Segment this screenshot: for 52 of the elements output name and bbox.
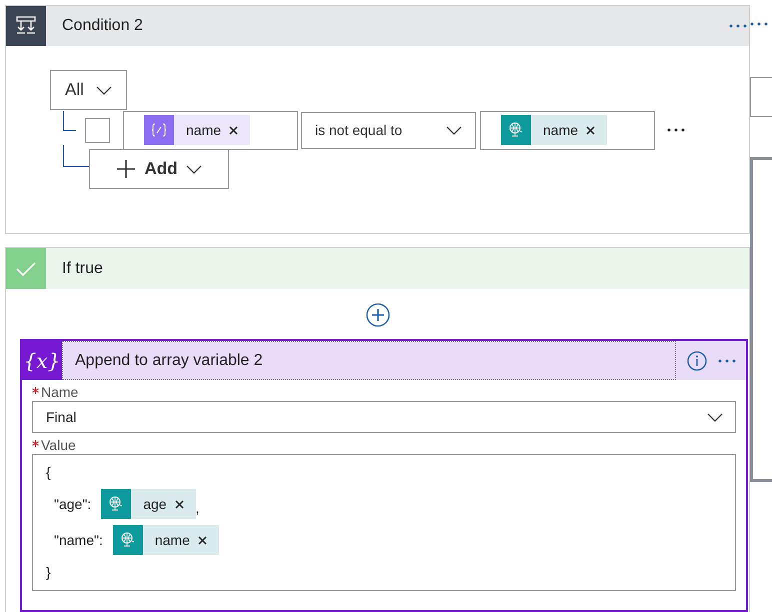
check-icon [6, 248, 46, 289]
connector-line [63, 145, 89, 167]
branch-title: If true [62, 258, 103, 278]
code-text: , [196, 499, 200, 518]
json-key: "age": [54, 494, 92, 514]
globe-icon [101, 489, 132, 519]
chevron-down-icon [446, 126, 462, 134]
close-icon[interactable] [586, 126, 596, 134]
close-icon[interactable] [229, 126, 238, 134]
chevron-down-icon [186, 164, 202, 174]
token-chip[interactable]: name [112, 525, 219, 555]
field-label: Name [41, 383, 78, 402]
name-dropdown[interactable]: Final [32, 401, 736, 433]
globe-icon [112, 525, 143, 555]
action-title: Append to array variable 2 [62, 341, 676, 380]
input-field[interactable]: name [480, 110, 655, 150]
close-icon[interactable] [198, 536, 207, 544]
operator-dropdown[interactable]: is not equal to [301, 112, 476, 148]
group-operator-dropdown[interactable]: All [50, 70, 127, 110]
add-step-icon[interactable] [366, 303, 390, 327]
value-editor[interactable]: { "age": age , "name": name } [32, 454, 736, 591]
field-label: Value [41, 436, 76, 455]
card-header[interactable]: Condition 2 [6, 6, 749, 46]
chevron-down-icon [707, 412, 723, 422]
token-chip[interactable]: name [501, 115, 608, 145]
token-label: name [186, 120, 222, 140]
close-icon[interactable] [174, 500, 184, 508]
condition-icon [6, 6, 46, 46]
add-button[interactable]: Add [89, 149, 229, 189]
json-key: "name": [54, 530, 103, 550]
code-text: { [46, 462, 51, 482]
token-chip[interactable]: age [101, 489, 196, 519]
variable-icon [144, 115, 174, 145]
globe-icon [501, 115, 531, 145]
token-chip[interactable]: name [144, 115, 250, 145]
more-icon[interactable] [750, 22, 768, 26]
token-label: name [154, 530, 190, 550]
more-icon[interactable] [667, 128, 685, 132]
input-field[interactable]: name [123, 110, 298, 150]
code-text: } [46, 562, 51, 582]
action-header[interactable]: {x} Append to array variable 2 [22, 341, 746, 380]
action-icon: {x} [22, 341, 62, 380]
connector-line [63, 111, 76, 131]
plus-icon [116, 159, 136, 179]
row-checkbox[interactable] [85, 118, 110, 142]
branch-header[interactable]: If true [6, 248, 749, 289]
card-title: Condition 2 [62, 16, 144, 36]
chevron-down-icon [96, 86, 112, 94]
background-card-edge [750, 77, 772, 117]
token-label: name [543, 120, 578, 140]
info-icon[interactable] [687, 350, 707, 370]
token-label: age [143, 494, 167, 514]
